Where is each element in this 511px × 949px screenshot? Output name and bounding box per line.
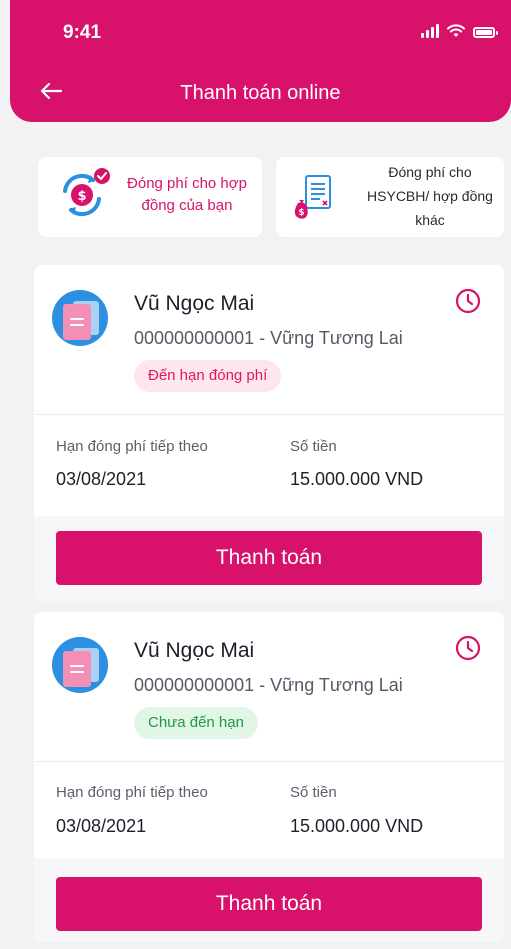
status-time: 9:41 (63, 22, 102, 43)
status-badge: Chưa đến hạn (134, 707, 258, 739)
dollar-cycle-icon: $ (63, 168, 110, 217)
document-fee-icon: $ (294, 175, 331, 219)
due-date-value: 03/08/2021 (56, 469, 147, 489)
due-date-label: Hạn đóng phí tiếp theo (56, 438, 208, 455)
contract-avatar-icon (52, 290, 108, 346)
pay-button[interactable]: Thanh toán (56, 877, 482, 931)
amount-label: Số tiền (290, 784, 337, 801)
pay-own-contract-button[interactable]: $ Đóng phí cho hợp đồng của bạn (38, 157, 262, 237)
pay-own-contract-label: Đóng phí cho hợp đồng của bạn (127, 175, 247, 214)
amount-value: 15.000.000 VND (290, 816, 424, 836)
status-badge: Đến hạn đóng phí (134, 360, 282, 392)
contract-avatar-icon (52, 637, 108, 693)
pay-button[interactable]: Thanh toán (56, 531, 482, 585)
contract-number: 000000000001 - Vững Tương Lai (134, 675, 403, 695)
battery-icon (473, 27, 498, 38)
svg-text:$: $ (298, 208, 304, 218)
divider (34, 761, 504, 762)
amount-value: 15.000.000 VND (290, 469, 424, 489)
header: 9:41 Thanh toán online (10, 0, 511, 122)
contract-holder-name: Vũ Ngọc Mai (134, 292, 255, 315)
wifi-icon (447, 24, 465, 37)
page-title: Thanh toán online (180, 82, 341, 104)
svg-text:$: $ (77, 189, 86, 204)
contract-card: Vũ Ngọc Mai 000000000001 - Vững Tương La… (34, 612, 504, 942)
status-icons (421, 24, 498, 38)
amount-label: Số tiền (290, 438, 337, 455)
signal-icon (421, 24, 439, 38)
clock-icon[interactable] (454, 634, 482, 662)
pay-other-contract-label: Đóng phí cho HSYCBH/ hợp đồng khác (367, 164, 493, 228)
due-date-label: Hạn đóng phí tiếp theo (56, 784, 208, 801)
contract-holder-name: Vũ Ngọc Mai (134, 639, 255, 662)
pay-other-contract-button[interactable]: $ Đóng phí cho HSYCBH/ hợp đồng khác (276, 157, 504, 237)
contract-card: Vũ Ngọc Mai 000000000001 - Vững Tương La… (34, 265, 504, 601)
divider (34, 414, 504, 415)
due-date-value: 03/08/2021 (56, 816, 147, 836)
clock-icon[interactable] (454, 287, 482, 315)
contract-number: 000000000001 - Vững Tương Lai (134, 328, 403, 348)
